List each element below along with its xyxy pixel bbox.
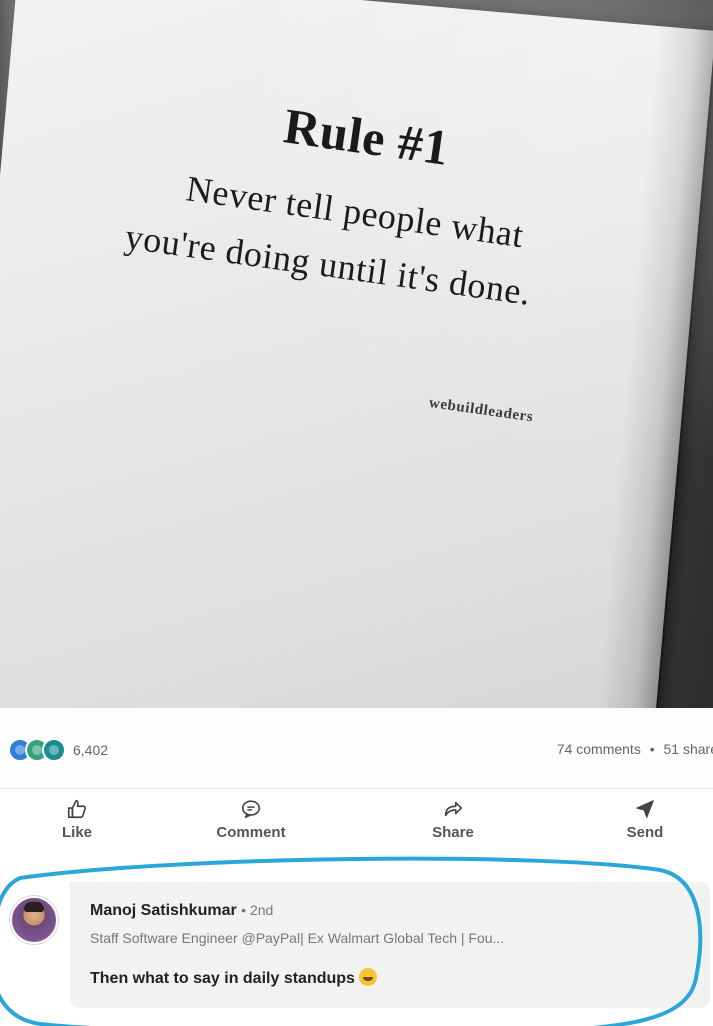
reaction-count: 6,402 <box>73 742 109 758</box>
comment-author-name[interactable]: Manoj Satishkumar <box>90 902 237 919</box>
screenshot: Rule #1 Never tell people what you're do… <box>0 0 713 1026</box>
thumbs-up-icon <box>67 799 87 819</box>
comments-section: Manoj Satishkumar • 2nd Staff Software E… <box>0 862 713 1026</box>
quote: Rule #1 Never tell people what you're do… <box>0 0 713 708</box>
share-button-label: Share <box>432 824 474 841</box>
comment-author-headline: Staff Software Engineer @PayPal| Ex Walm… <box>90 930 505 946</box>
connection-degree: • 2nd <box>241 902 274 918</box>
support-icon <box>42 738 66 762</box>
grinning-sweat-emoji-icon <box>358 968 377 986</box>
reactions-summary[interactable]: 6,402 <box>8 738 108 762</box>
send-icon <box>636 800 654 818</box>
social-counts-bar: 6,402 74 comments • 51 shares <box>0 708 713 789</box>
comment-button-label: Comment <box>216 824 286 841</box>
comment-icon <box>241 800 261 819</box>
comment-item: Manoj Satishkumar • 2nd Staff Software E… <box>70 882 710 1008</box>
commenter-avatar[interactable] <box>10 896 58 944</box>
comment-text: Then what to say in daily standups <box>90 970 355 987</box>
comment-button[interactable]: Comment <box>196 798 306 841</box>
send-button[interactable]: Send <box>590 798 700 841</box>
send-button-label: Send <box>626 824 664 841</box>
comment-text-line: Then what to say in daily standups <box>90 968 377 988</box>
like-button[interactable]: Like <box>22 798 132 841</box>
comment-author-line: Manoj Satishkumar • 2nd <box>90 902 273 920</box>
share-arrow-icon <box>444 801 463 817</box>
shares-count-link[interactable]: 51 shares <box>664 741 713 757</box>
post-action-bar: Like Comment Share Send <box>0 790 713 860</box>
quote-source: webuildleaders <box>427 395 535 426</box>
post-stats: 74 comments • 51 shares <box>557 741 713 757</box>
comments-count-link[interactable]: 74 comments <box>557 741 641 757</box>
post-image[interactable]: Rule #1 Never tell people what you're do… <box>0 0 713 708</box>
like-button-label: Like <box>61 824 92 841</box>
quote-title: Rule #1 <box>280 97 453 176</box>
stats-separator: • <box>649 741 655 757</box>
share-button[interactable]: Share <box>398 798 508 841</box>
